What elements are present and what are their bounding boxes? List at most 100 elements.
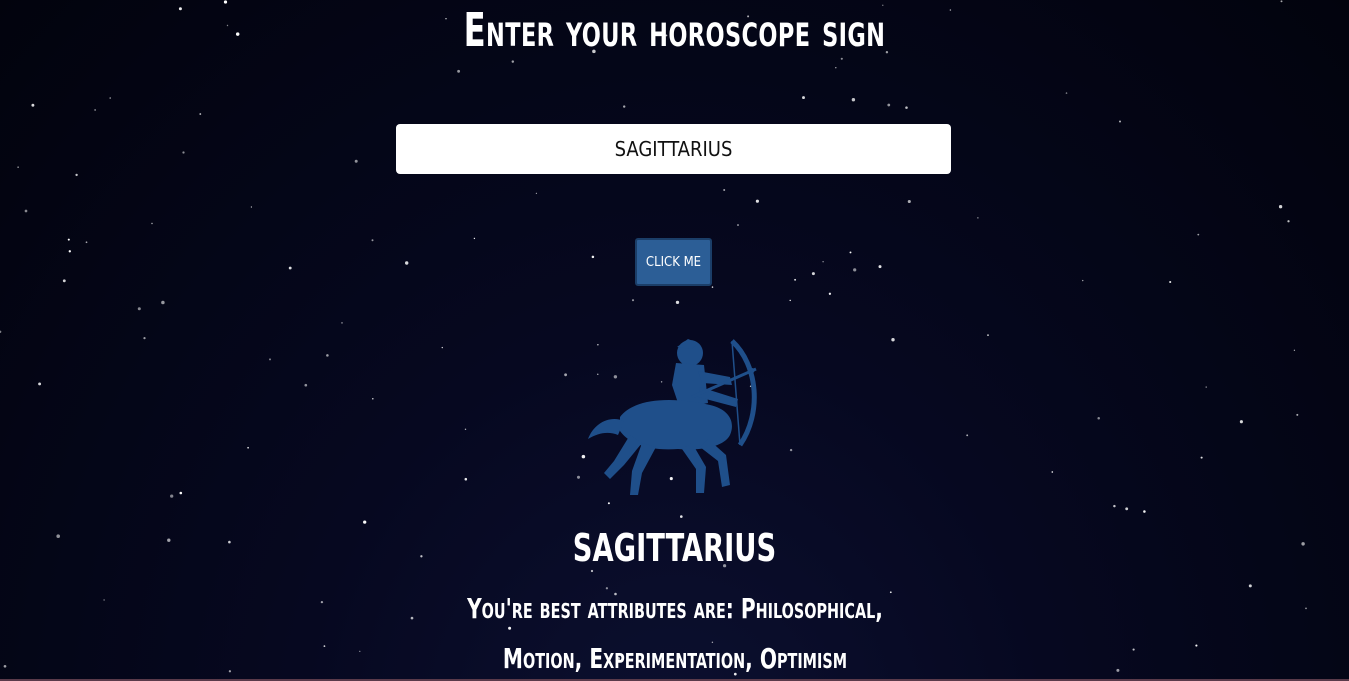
star [320, 600, 324, 604]
star [811, 272, 815, 276]
star [851, 98, 856, 102]
star [441, 346, 443, 349]
star [85, 241, 88, 244]
star [1169, 280, 1172, 284]
star [354, 159, 358, 163]
star [1065, 92, 1068, 94]
sagittarius-archer-icon [588, 339, 757, 495]
star [878, 265, 882, 269]
star [269, 358, 271, 361]
star [326, 354, 329, 357]
star [607, 502, 610, 505]
star [1200, 456, 1203, 459]
star [304, 383, 308, 387]
star [1051, 471, 1054, 473]
star [473, 237, 476, 240]
star [62, 279, 66, 283]
star [905, 106, 908, 109]
page-title: Enter your horoscope sign [463, 3, 886, 57]
star [179, 491, 183, 495]
star [564, 373, 568, 377]
star [675, 300, 680, 305]
star [3, 664, 7, 668]
star [887, 103, 891, 107]
star [1239, 420, 1243, 424]
star [755, 199, 759, 203]
star [1248, 584, 1252, 588]
star [737, 224, 739, 226]
star [1287, 220, 1290, 223]
star [161, 300, 165, 305]
star [1205, 386, 1207, 388]
star [288, 266, 292, 270]
star [680, 515, 683, 518]
star [631, 299, 635, 302]
star [199, 113, 202, 115]
sign-name-heading: SAGITTARIUS [572, 526, 777, 570]
star [1293, 349, 1296, 351]
star [464, 428, 467, 431]
star [1278, 205, 1283, 209]
star [103, 599, 105, 601]
star [170, 494, 174, 498]
star [323, 645, 326, 647]
star [789, 448, 793, 452]
star [109, 97, 111, 99]
star [828, 292, 832, 295]
star [794, 278, 797, 281]
star [1280, 0, 1283, 3]
star [341, 322, 343, 324]
sign-input[interactable] [396, 124, 951, 174]
star [228, 670, 232, 673]
star [151, 222, 153, 225]
star [535, 192, 538, 194]
star [182, 151, 185, 154]
star [38, 382, 42, 386]
attributes-text: You're best attributes are: Philosophica… [467, 592, 883, 675]
star [405, 261, 409, 265]
star [31, 103, 35, 107]
star [987, 334, 989, 336]
star [849, 251, 852, 254]
star [410, 616, 414, 620]
star [137, 307, 141, 311]
star [250, 206, 253, 208]
star [1118, 120, 1122, 123]
star [789, 299, 791, 302]
star [17, 166, 19, 168]
star [371, 239, 374, 242]
click-me-button[interactable]: CLICK ME [635, 238, 712, 286]
star [1197, 233, 1200, 236]
star [0, 330, 2, 333]
star [24, 209, 28, 213]
star [68, 250, 71, 253]
star [723, 188, 726, 192]
star [94, 109, 96, 111]
star [977, 217, 979, 219]
star [372, 397, 374, 400]
star [891, 338, 895, 342]
star [1301, 542, 1305, 546]
star [247, 446, 249, 449]
star [802, 96, 805, 100]
star [1132, 648, 1135, 651]
star [835, 66, 837, 69]
star [359, 650, 361, 652]
star [1143, 510, 1146, 513]
star [56, 534, 60, 538]
star [822, 261, 824, 263]
star [1116, 668, 1120, 672]
star [623, 105, 626, 108]
star [143, 337, 146, 340]
star [1097, 417, 1100, 420]
star [1296, 413, 1299, 416]
star [966, 434, 969, 437]
star [591, 255, 595, 259]
star [1305, 607, 1307, 610]
star [1195, 644, 1198, 647]
star [1125, 507, 1129, 511]
star [1082, 279, 1084, 282]
star [464, 477, 468, 481]
star [711, 286, 714, 288]
star [67, 238, 70, 241]
